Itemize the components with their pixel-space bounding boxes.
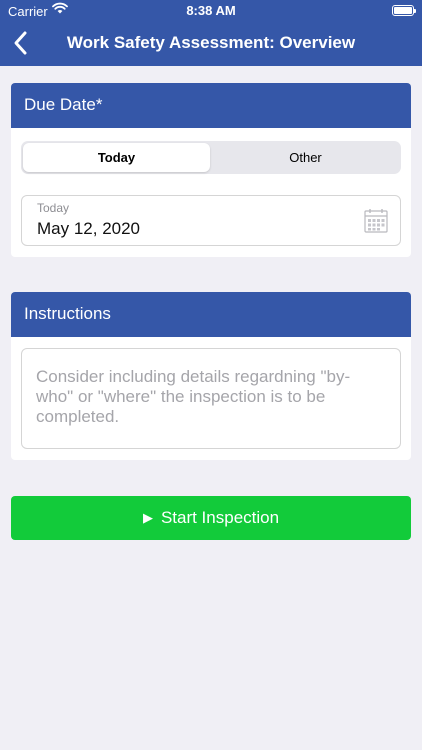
instructions-header: Instructions [11,292,411,337]
segment-other[interactable]: Other [212,143,399,172]
due-date-segmented-control: Today Other [21,141,401,174]
due-date-field[interactable]: Today May 12, 2020 [21,195,401,246]
instructions-card: Instructions Consider including details … [11,292,411,460]
page-title: Work Safety Assessment: Overview [66,33,356,52]
status-bar: Carrier 8:38 AM [0,0,422,22]
start-inspection-button[interactable]: ▶ Start Inspection [11,496,411,540]
date-field-label: Today [37,201,70,215]
navigation-bar: Carrier 8:38 AM Work Safety Assessment: … [0,0,422,66]
clock-time: 8:38 AM [186,3,236,18]
start-inspection-label: Start Inspection [160,508,280,527]
instructions-textarea[interactable]: Consider including details regardning "b… [21,348,401,449]
calendar-icon[interactable] [364,208,388,233]
segment-today[interactable]: Today [23,143,210,172]
due-date-header: Due Date* [11,83,411,128]
due-date-card: Due Date* Today Other Today May 12, 2020 [11,83,411,257]
date-field-value: May 12, 2020 [37,219,141,238]
play-icon: ▶ [142,510,153,525]
battery-icon [392,5,416,16]
